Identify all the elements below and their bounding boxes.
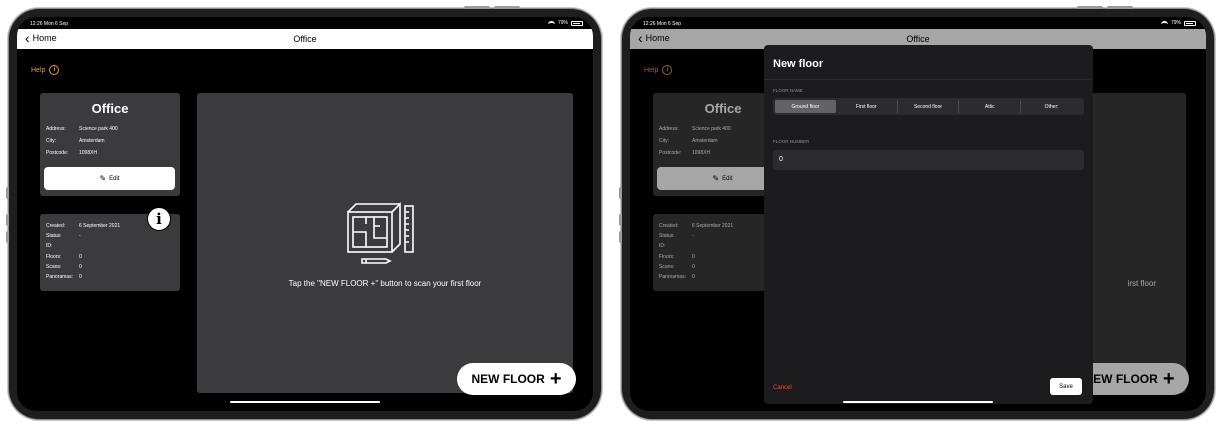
floors-label: Floors: [46,254,62,260]
battery-percent: 79% [1170,20,1181,26]
status-bar: 12:26 Mon 6 Sep 79% [630,17,1206,29]
panoramas-value: 0 [79,274,82,280]
screen: 12:26 Mon 6 Sep 79% ‹ Home Office Help i… [630,17,1206,411]
status-label: Status: [46,233,62,239]
status-value: - [79,233,81,239]
screen: 12:26 Mon 6 Sep 79% ‹ Home Office Help i… [17,17,593,411]
help-link[interactable]: Help i [31,65,60,75]
battery-icon [571,20,583,26]
edit-label: Edit [109,175,120,182]
new-floor-label: NEW FLOOR [471,372,545,386]
home-indicator[interactable] [843,401,993,403]
panoramas-row: Panoramas: 0 [46,274,82,280]
floors-value: 0 [79,254,82,260]
hardware-button [619,187,622,199]
battery-percent: 79% [557,20,568,26]
floor-name-segmented-control: Ground floor First floor Second floor At… [773,98,1084,115]
postcode-value: 1098XH [79,150,98,156]
floor-name-label: FLOOR NAME [773,88,803,93]
hardware-button [494,6,520,9]
scans-label: Scans: [46,264,62,270]
floor-number-label: FLOOR NUMBER [773,139,810,144]
created-value: 6 September 2021 [79,223,121,229]
hardware-button [619,231,622,243]
segment-first-floor[interactable]: First floor [836,100,898,113]
info-badge-icon[interactable]: i [147,207,171,231]
created-row: Created: 6 September 2021 [46,223,120,229]
empty-state-message: Tap the "NEW FLOOR +" button to scan you… [288,279,482,288]
hardware-button [6,187,9,199]
wifi-icon [547,21,555,25]
info-circle-icon: i [49,65,60,75]
status-time: 12:26 Mon 6 Sep [30,21,69,27]
id-label: ID: [46,243,53,249]
pencil-icon: ✎ [99,174,107,183]
hardware-button [1107,6,1133,9]
help-label: Help [31,66,46,74]
home-indicator[interactable] [230,401,380,403]
hardware-button [6,214,9,226]
floor-number-input[interactable]: 0 [773,150,1084,170]
new-floor-button[interactable]: NEW FLOOR + [457,363,576,395]
address-row: Address: Science park 400 [46,126,118,132]
segment-attic[interactable]: Attic [959,100,1022,113]
building-title: Office [91,101,129,116]
postcode-label: Postcode: [46,150,69,156]
id-row: ID: [46,243,79,249]
ipad-right: 12:26 Mon 6 Sep 79% ‹ Home Office Help i… [619,6,1214,419]
status-time: 12:26 Mon 6 Sep [643,21,682,27]
hardware-button [619,214,622,226]
new-floor-modal: New floor FLOOR NAME Ground floor First … [764,45,1093,404]
ipad-left: 12:26 Mon 6 Sep 79% ‹ Home Office Help i… [6,6,601,419]
floors-panel: Tap the "NEW FLOOR +" button to scan you… [197,93,573,393]
segment-second-floor[interactable]: Second floor [898,100,960,113]
wifi-icon [1160,21,1168,25]
address-value: Science park 400 [79,126,118,132]
hardware-button [464,6,490,9]
plus-icon: + [549,368,562,390]
cancel-button[interactable]: Cancel [773,385,792,391]
scans-value: 0 [79,264,82,270]
battery-icon [1184,20,1196,26]
postcode-row: Postcode: 1098XH [46,150,97,156]
segment-ground-floor[interactable]: Ground floor [775,100,836,113]
save-button[interactable]: Save [1050,378,1082,395]
floors-row: Floors: 0 [46,254,82,260]
status-row: Status: - [46,233,81,239]
hardware-button [1077,6,1103,9]
blueprint-icon [347,202,414,264]
address-card: Office Address: Science park 400 City: A… [40,93,180,196]
created-label: Created: [46,223,66,229]
segment-other[interactable]: Other: [1021,100,1082,113]
status-bar: 12:26 Mon 6 Sep 79% [17,17,593,29]
city-label: City: [46,138,56,144]
panoramas-label: Panoramas: [46,274,73,280]
page-title: Office [293,34,317,44]
navigation-bar: ‹ Home Office [17,29,593,49]
city-row: City: Amsterdam [46,138,105,144]
hardware-button [6,231,9,243]
address-label: Address: [46,126,66,132]
scans-row: Scans: 0 [46,264,82,270]
modal-title: New floor [773,58,824,70]
divider [764,79,1093,80]
edit-button[interactable]: ✎ Edit [44,167,175,190]
city-value: Amsterdam [79,138,105,144]
